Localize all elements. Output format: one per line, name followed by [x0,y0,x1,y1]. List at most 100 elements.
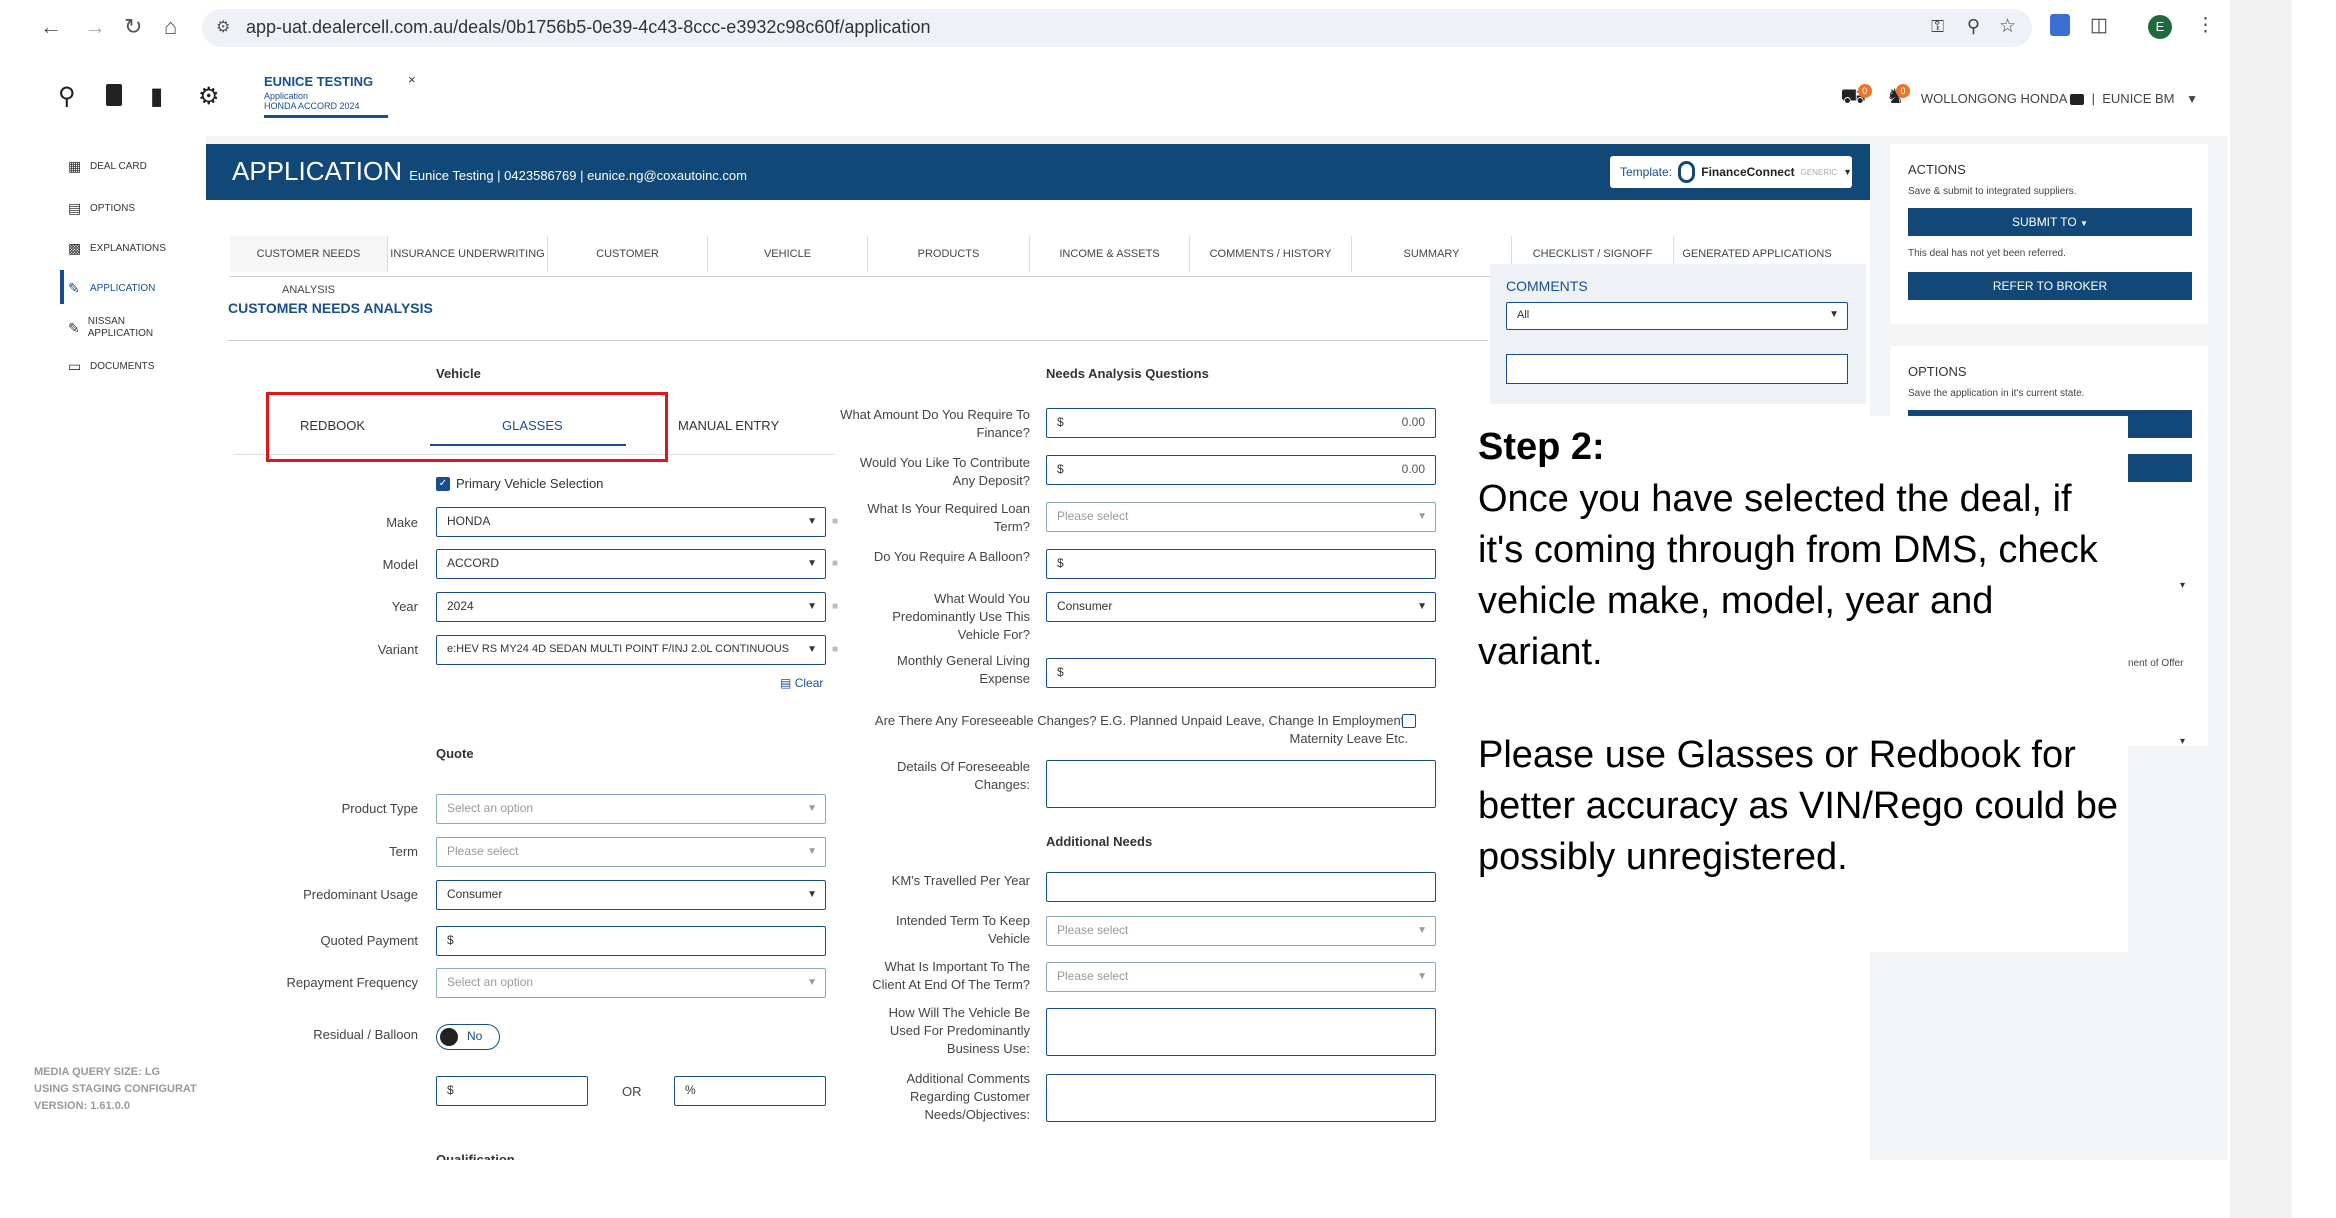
clear-button[interactable]: ▤ Clear [780,676,823,690]
usage-select[interactable]: Consumer ▼ [436,880,826,910]
extension-icon[interactable] [2050,14,2070,36]
year-select[interactable]: 2024 ▼ [436,592,826,622]
step-comments-history[interactable]: COMMENTS / HISTORY [1190,236,1352,272]
site-settings-icon[interactable]: ⚙ [216,17,230,37]
end-of-term-select[interactable]: Please select ▼ [1046,962,1436,992]
step-customer-needs-analysis[interactable]: CUSTOMER NEEDS ANALYSIS [230,236,388,296]
step-summary[interactable]: SUMMARY [1352,236,1512,272]
finance-value: 0.00 [1401,415,1425,429]
term-select[interactable]: Please select ▼ [436,837,826,867]
separator: | [2091,91,2096,106]
step-insurance-underwriting[interactable]: INSURANCE UNDERWRITING [388,236,548,272]
primary-vehicle-checkbox[interactable]: ✓ [436,477,450,491]
address-bar[interactable]: ⚙ app-uat.dealercell.com.au/deals/0b1756… [202,9,2032,47]
comment-input[interactable] [1506,354,1848,384]
cart-badge: 0 [1857,84,1872,98]
sidebar-item-label: DOCUMENTS [90,361,155,372]
deposit-input[interactable]: $0.00 [1046,455,1436,485]
km-input[interactable] [1046,872,1436,902]
reload-icon[interactable]: ↻ [124,14,142,40]
zoom-icon[interactable]: ⚲ [1967,16,1980,37]
product-type-select[interactable]: Select an option ▼ [436,794,826,824]
financeconnect-logo-icon [1678,161,1696,183]
settings-gear-icon[interactable]: ⚙ [198,82,220,111]
sidebar-item-application[interactable]: ✎ APPLICATION [68,280,155,297]
vehicle-heading: Vehicle [436,366,481,381]
sidebar-item-options[interactable]: ▤ OPTIONS [68,200,135,217]
step-products[interactable]: PRODUCTS [868,236,1030,272]
variant-value: e:HEV RS MY24 4D SEDAN MULTI POINT F/INJ… [447,643,790,655]
model-select[interactable]: ACCORD ▼ [436,549,826,579]
browser-toolbar: ← → ↻ ⌂ ⚙ app-uat.dealercell.com.au/deal… [0,0,2230,54]
deal-tab[interactable]: EUNICE TESTING Application HONDA ACCORD … [264,72,416,118]
browser-menu-icon[interactable]: ⋮ [2196,14,2215,37]
living-expense-input[interactable]: $ [1046,658,1436,688]
variant-select[interactable]: e:HEV RS MY24 4D SEDAN MULTI POINT F/INJ… [436,635,826,665]
documents-icon[interactable] [106,84,122,106]
chart-icon[interactable]: ▮ [150,82,163,111]
dealer-badge-icon [2070,94,2085,106]
keep-term-select[interactable]: Please select ▼ [1046,916,1436,946]
chevron-down-icon[interactable]: ▾ [2180,736,2185,747]
finance-amount-input[interactable]: $0.00 [1046,408,1436,438]
additional-comments-textarea[interactable] [1046,1074,1436,1122]
bookmark-star-icon[interactable]: ☆ [1999,15,2016,38]
keep-term-label: Intended Term To Keep Vehicle [896,913,1030,946]
deposit-value: 0.00 [1401,462,1425,476]
foreseeable-changes-checkbox[interactable] [1402,714,1416,728]
foreseeable-changes-label: Are There Any Foreseeable Changes? E.G. … [874,713,1408,746]
additional-comments-label: Additional Comments Regarding Customer N… [906,1071,1030,1122]
make-select[interactable]: HONDA ▼ [436,507,826,537]
sidebar-item-nissan-application[interactable]: ✎ NISSAN APPLICATION [68,316,158,340]
forward-icon[interactable]: → [84,14,106,40]
sidebar-item-explanations[interactable]: ▩ EXPLANATIONS [68,240,166,257]
actions-title: ACTIONS [1908,162,1966,177]
deal-vehicle: HONDA ACCORD 2024 [264,101,360,111]
details-changes-textarea[interactable] [1046,760,1436,808]
profile-avatar[interactable]: E [2148,15,2172,39]
dealer-name[interactable]: WOLLONGONG HONDA [1921,91,2067,106]
repayment-frequency-select[interactable]: Select an option ▼ [436,968,826,998]
business-use-textarea[interactable] [1046,1008,1436,1056]
template-select[interactable]: Template: FinanceConnect GENERIC ▼ [1610,156,1852,188]
password-key-icon[interactable]: ⚿ [1931,17,1944,37]
clear-label: Clear [794,676,824,690]
step-vehicle[interactable]: VEHICLE [708,236,868,272]
comments-filter-select[interactable]: All ▼ [1506,302,1848,330]
chevron-down-icon[interactable]: ▼ [2186,92,2198,106]
folder-icon: ▭ [68,358,82,374]
url-text[interactable]: app-uat.dealercell.com.au/deals/0b1756b5… [246,17,930,38]
chevron-down-icon: ▼ [807,601,817,612]
submit-to-button[interactable]: SUBMIT TO ▼ [1908,208,2192,236]
vehicle-use-select[interactable]: Consumer ▼ [1046,592,1436,622]
back-icon[interactable]: ← [40,14,62,40]
template-type: GENERIC [1800,167,1838,177]
extensions-puzzle-icon[interactable]: ◫ [2090,14,2108,37]
chevron-down-icon[interactable]: ▾ [2180,580,2185,591]
sidebar-item-deal-card[interactable]: ▦ DEAL CARD [68,158,147,175]
edit-document-icon: ✎ [68,280,80,296]
currency-prefix: $ [1057,665,1064,679]
loan-term-select[interactable]: Please select ▼ [1046,502,1436,532]
deposit-label: Would You Like To Contribute Any Deposit… [859,455,1030,488]
currency-prefix: $ [447,1083,454,1097]
refer-to-broker-button[interactable]: REFER TO BROKER [1908,272,2192,300]
quoted-payment-input[interactable]: $ [436,926,826,956]
section-title: CUSTOMER NEEDS ANALYSIS [228,300,433,316]
user-name[interactable]: EUNICE BM [2102,91,2174,106]
vehicle-use-label: What Would You Predominantly Use This Ve… [892,591,1030,642]
residual-toggle[interactable]: No [436,1024,500,1050]
edit-document-icon: ✎ [68,320,80,336]
step-income-assets[interactable]: INCOME & ASSETS [1030,236,1190,272]
residual-amount-input[interactable]: $ [436,1076,588,1106]
home-icon[interactable]: ⌂ [164,14,177,40]
sidebar-item-documents[interactable]: ▭ DOCUMENTS [68,358,154,375]
step-customer[interactable]: CUSTOMER [548,236,708,272]
close-icon[interactable]: × [408,72,416,87]
search-icon[interactable]: ⚲ [58,82,76,111]
balloon-input[interactable]: $ [1046,549,1436,579]
sidebar-item-label: OPTIONS [90,203,136,214]
residual-percent-input[interactable]: % [674,1076,826,1106]
tab-manual-entry[interactable]: MANUAL ENTRY [678,418,779,433]
end-of-term-label: What Is Important To The Client At End O… [872,959,1030,992]
